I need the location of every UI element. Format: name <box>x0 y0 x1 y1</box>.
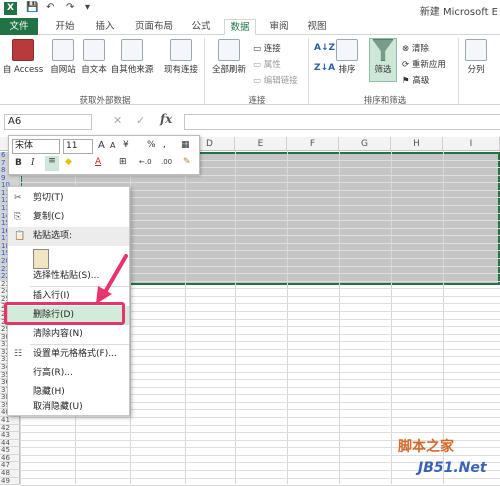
watermark-url: JB51.Net <box>418 460 487 476</box>
annotation-arrow-icon <box>96 254 128 304</box>
watermark-text: 脚本之家 <box>398 439 454 455</box>
